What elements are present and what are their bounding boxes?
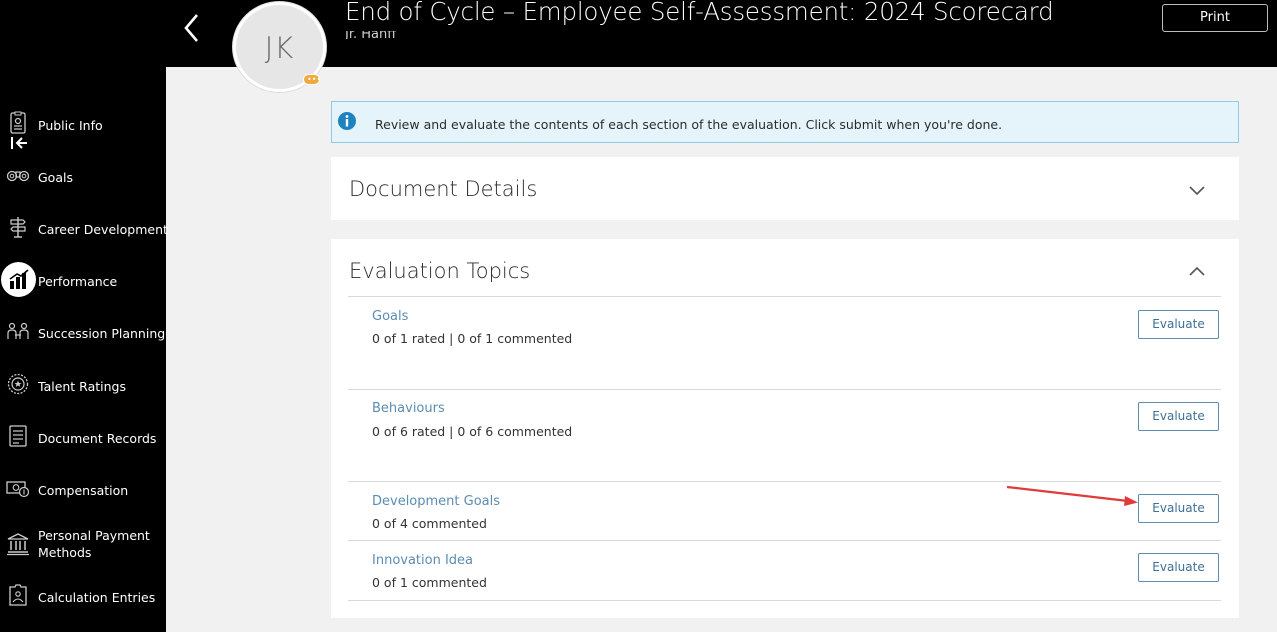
evaluate-development-goals-button[interactable]: Evaluate xyxy=(1138,494,1219,523)
sidebar-item-label: Talent Ratings xyxy=(38,379,127,394)
sidebar-item-label: Calculation Entries xyxy=(38,590,156,605)
sidebar-item-public-info[interactable]: Public Info xyxy=(0,105,166,145)
sidebar-item-career-development[interactable]: Career Development xyxy=(0,209,168,249)
sidebar-item-succession-planning[interactable]: Succession Planning xyxy=(0,313,166,353)
badge-icon xyxy=(6,111,30,135)
chevron-down-icon[interactable] xyxy=(1188,182,1206,196)
topic-link-behaviours[interactable]: Behaviours xyxy=(372,401,445,416)
sidebar-item-compensation[interactable]: Compensation xyxy=(0,470,166,510)
info-icon xyxy=(337,111,357,131)
page-subtitle: Jr. Hanff xyxy=(345,31,397,39)
topic-row-behaviours: Behaviours 0 of 6 rated | 0 of 6 comment… xyxy=(348,389,1221,481)
sidebar-item-label: Goals xyxy=(38,170,73,185)
topic-row-goals: Goals 0 of 1 rated | 0 of 1 commented Ev… xyxy=(348,296,1221,389)
chevron-up-icon[interactable] xyxy=(1188,262,1206,276)
sidebar-item-goals[interactable]: Goals xyxy=(0,157,166,197)
topic-status: 0 of 6 rated | 0 of 6 commented xyxy=(372,424,573,439)
page-title: End of Cycle – Employee Self-Assessment:… xyxy=(345,0,1054,26)
sidebar-item-label: Compensation xyxy=(38,483,129,498)
sidebar-item-label: Document Records xyxy=(38,431,157,446)
topic-row-innovation-idea: Innovation Idea 0 of 1 commented Evaluat… xyxy=(348,540,1221,601)
signpost-icon xyxy=(6,215,30,239)
topic-link-innovation-idea[interactable]: Innovation Idea xyxy=(372,553,473,568)
topic-link-development-goals[interactable]: Development Goals xyxy=(372,494,500,509)
rating-seal-icon xyxy=(6,372,30,396)
topic-status: 0 of 1 commented xyxy=(372,575,487,590)
money-icon xyxy=(6,476,30,500)
people-icon xyxy=(6,319,30,343)
topic-status: 0 of 4 commented xyxy=(372,516,487,531)
chevron-left-icon xyxy=(184,14,198,42)
evaluate-innovation-idea-button[interactable]: Evaluate xyxy=(1138,553,1219,582)
evaluate-goals-button[interactable]: Evaluate xyxy=(1138,310,1219,339)
topic-status: 0 of 1 rated | 0 of 1 commented xyxy=(372,331,573,346)
sidebar-item-talent-ratings[interactable]: Talent Ratings xyxy=(0,366,166,406)
back-button[interactable] xyxy=(178,10,208,46)
sidebar-item-personal-payment-methods[interactable]: Personal Payment Methods xyxy=(0,522,166,572)
evaluation-topics-title: Evaluation Topics xyxy=(349,259,531,283)
sidebar-item-label: Succession Planning xyxy=(38,326,166,341)
sidebar-item-label: Personal Payment Methods xyxy=(38,528,150,560)
sidebar-item-performance[interactable]: Performance xyxy=(0,261,166,301)
evaluate-behaviours-button[interactable]: Evaluate xyxy=(1138,402,1219,431)
bank-icon xyxy=(6,532,30,556)
sidebar-item-document-records[interactable]: Document Records xyxy=(0,418,166,458)
evaluation-topics-card: Evaluation Topics Goals 0 of 1 rated | 0… xyxy=(331,239,1239,618)
binoculars-icon xyxy=(6,163,30,187)
document-details-title: Document Details xyxy=(349,177,538,201)
sidebar: Public Info Goals Career Development Per… xyxy=(0,67,168,632)
document-icon xyxy=(6,424,30,448)
avatar-more-badge[interactable]: ••• xyxy=(303,74,321,85)
page-header: End of Cycle – Employee Self-Assessment:… xyxy=(0,0,1277,67)
avatar-initials: JK xyxy=(264,31,295,65)
print-button[interactable]: Print xyxy=(1162,4,1268,32)
topic-link-goals[interactable]: Goals xyxy=(372,309,408,324)
annotation-arrow-icon xyxy=(1006,485,1138,506)
info-banner: Review and evaluate the contents of each… xyxy=(331,101,1239,143)
sidebar-item-calculation-entries[interactable]: Calculation Entries xyxy=(0,577,166,617)
sidebar-item-label: Public Info xyxy=(38,118,103,133)
sidebar-item-label: Performance xyxy=(38,274,118,289)
sidebar-item-label: Career Development xyxy=(38,222,168,237)
info-message: Review and evaluate the contents of each… xyxy=(375,117,1003,132)
calculator-icon xyxy=(6,583,30,607)
document-details-card[interactable]: Document Details xyxy=(331,157,1239,220)
bar-chart-icon xyxy=(7,268,31,292)
